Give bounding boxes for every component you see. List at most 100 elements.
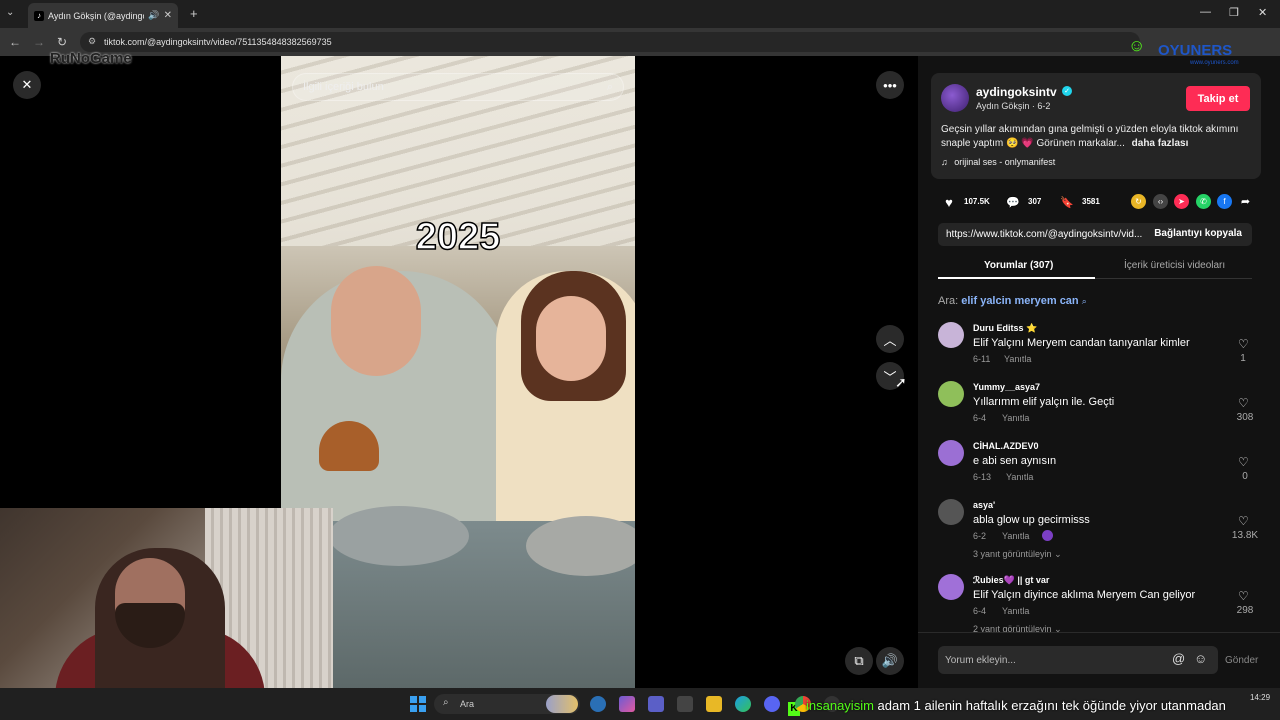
comment-input[interactable]: Yorum ekleyin... @ ☺ bbox=[938, 646, 1218, 674]
file-explorer-icon[interactable] bbox=[706, 696, 722, 712]
cursor-icon: ➚ bbox=[895, 374, 907, 390]
more-options-button[interactable]: ••• bbox=[876, 71, 904, 99]
tab-list-chevron-icon[interactable]: ⌄ bbox=[6, 7, 14, 18]
comment-like-icon[interactable]: ♡ bbox=[1238, 337, 1249, 351]
comment-placeholder: Yorum ekleyin... bbox=[945, 654, 1016, 666]
tab-comments[interactable]: Yorumlar (307) bbox=[984, 260, 1053, 271]
volume-icon: 🔊 bbox=[881, 653, 899, 668]
copilot-icon[interactable] bbox=[590, 696, 606, 712]
comment-avatar[interactable] bbox=[938, 381, 964, 407]
close-icon: ✕ bbox=[21, 77, 33, 92]
related-search-input[interactable]: İlgili içeriği bulun ⌕ bbox=[292, 73, 624, 101]
comment-username[interactable]: asya' bbox=[973, 500, 995, 510]
address-bar[interactable]: ⚙ tiktok.com/@aydingoksintv/video/751135… bbox=[80, 32, 1140, 52]
forward-icon[interactable]: → bbox=[33, 35, 45, 49]
whatsapp-icon[interactable]: ✆ bbox=[1196, 194, 1211, 209]
comment-avatar[interactable] bbox=[938, 499, 964, 525]
more-link[interactable]: daha fazlası bbox=[1132, 138, 1189, 149]
teams-icon[interactable] bbox=[648, 696, 664, 712]
ticker-username: insanayisim bbox=[806, 698, 874, 713]
comment-username[interactable]: ℛubies💜 || gt var bbox=[973, 575, 1049, 586]
volume-button[interactable]: 🔊 bbox=[876, 647, 904, 675]
send-comment-button[interactable]: Gönder bbox=[1225, 655, 1258, 666]
comment-username[interactable]: Duru Editss ⭐ bbox=[973, 323, 1037, 334]
comment-username[interactable]: Yummy__asya7 bbox=[973, 382, 1040, 392]
comment-like-count: 298 bbox=[1236, 605, 1254, 616]
plate-shape bbox=[526, 516, 635, 576]
edge-icon[interactable] bbox=[735, 696, 751, 712]
comment-like-icon[interactable]: ♡ bbox=[1238, 396, 1249, 410]
reload-icon[interactable]: ↻ bbox=[57, 35, 67, 49]
taskbar-clock[interactable]: 14:29 bbox=[1250, 693, 1270, 702]
reply-button[interactable]: Yanıtla bbox=[1002, 606, 1029, 616]
new-tab-icon[interactable]: + bbox=[190, 6, 198, 21]
tab-title: Aydın Gökşin (@aydingoks bbox=[48, 10, 144, 21]
comment-count: 307 bbox=[1028, 197, 1042, 206]
send-icon[interactable]: ➤ bbox=[1174, 194, 1189, 209]
creator-liked-avatar bbox=[1042, 530, 1053, 541]
comment-icon[interactable]: 💬 bbox=[1005, 194, 1021, 210]
view-replies-label: 3 yanıt görüntüleyin bbox=[973, 549, 1052, 559]
comment-like-count: 308 bbox=[1236, 412, 1254, 423]
share-arrow-icon[interactable]: ➦ bbox=[1238, 194, 1253, 209]
face-shape bbox=[536, 296, 606, 381]
tab-close-icon[interactable]: ✕ bbox=[164, 10, 172, 21]
start-tile bbox=[410, 696, 417, 703]
embed-icon[interactable]: ‹› bbox=[1153, 194, 1168, 209]
reply-button[interactable]: Yanıtla bbox=[1002, 531, 1029, 541]
search-icon[interactable]: ⌕ bbox=[607, 81, 613, 94]
comment-list[interactable]: Duru Editss ⭐ Elif Yalçını Meryem candan… bbox=[938, 316, 1258, 632]
chevron-up-icon: ︿ bbox=[883, 332, 897, 348]
minimize-icon[interactable]: — bbox=[1200, 6, 1211, 18]
comment-avatar[interactable] bbox=[938, 440, 964, 466]
repost-icon[interactable]: ↻ bbox=[1131, 194, 1146, 209]
comment-avatar[interactable] bbox=[938, 574, 964, 600]
previous-video-button[interactable]: ︿ bbox=[876, 325, 904, 353]
start-tile bbox=[419, 705, 426, 712]
search-suggestion[interactable]: Ara: elif yalcin meryem can ⌕ bbox=[938, 295, 1087, 307]
oyuners-mascot-icon: ☺ bbox=[1128, 36, 1146, 55]
facebook-icon[interactable]: f bbox=[1217, 194, 1232, 209]
windows-start-icon[interactable] bbox=[410, 696, 426, 712]
store-icon[interactable] bbox=[677, 696, 693, 712]
discord-icon[interactable] bbox=[764, 696, 780, 712]
emoji-icon[interactable]: ☺ bbox=[1194, 651, 1207, 666]
browser-tab[interactable]: ♪ Aydın Gökşin (@aydingoks 🔊 ✕ bbox=[28, 3, 178, 28]
comment-text: abla glow up gecirmisss bbox=[973, 514, 1090, 526]
music-note-icon: ♫ bbox=[941, 157, 948, 167]
follow-button[interactable]: Takip et bbox=[1186, 86, 1250, 111]
speaker-icon[interactable]: 🔊 bbox=[148, 10, 159, 21]
sound-row[interactable]: ♫ orijinal ses - onlymanifest bbox=[941, 157, 1055, 167]
miniplayer-button[interactable]: ⧉ bbox=[845, 647, 873, 675]
mention-icon[interactable]: @ bbox=[1172, 651, 1185, 666]
start-tile bbox=[419, 696, 426, 703]
comment-username[interactable]: CİHAL.AZDEV0 bbox=[973, 441, 1039, 451]
author-avatar[interactable] bbox=[941, 84, 969, 112]
view-replies-button[interactable]: 2 yanıt görüntüleyin ⌄ bbox=[973, 624, 1062, 632]
restore-icon[interactable]: ❐ bbox=[1229, 6, 1239, 19]
url-text: tiktok.com/@aydingoksintv/video/75113548… bbox=[104, 37, 332, 47]
window-close-icon[interactable]: ✕ bbox=[1258, 6, 1267, 19]
bookmark-icon[interactable]: 🔖 bbox=[1059, 194, 1075, 210]
view-replies-button[interactable]: 3 yanıt görüntüleyin ⌄ bbox=[973, 549, 1062, 560]
chevron-down-icon: ⌄ bbox=[1054, 624, 1062, 632]
comment-text: e abi sen aynısın bbox=[973, 455, 1057, 467]
tab-creator-videos[interactable]: İçerik üreticisi videoları bbox=[1124, 260, 1225, 271]
reply-button[interactable]: Yanıtla bbox=[1006, 472, 1033, 482]
video-player[interactable]: 2025 bbox=[281, 56, 635, 688]
site-info-icon[interactable]: ⚙ bbox=[88, 36, 96, 47]
close-video-button[interactable]: ✕ bbox=[13, 71, 41, 99]
comment-like-icon[interactable]: ♡ bbox=[1238, 455, 1249, 469]
like-icon[interactable]: ♥ bbox=[941, 194, 957, 210]
reply-button[interactable]: Yanıtla bbox=[1002, 413, 1029, 423]
comment-avatar[interactable] bbox=[938, 322, 964, 348]
author-username[interactable]: aydingoksintv bbox=[976, 85, 1057, 99]
reply-button[interactable]: Yanıtla bbox=[1004, 354, 1031, 364]
suggestion-query: elif yalcin meryem can bbox=[961, 295, 1079, 307]
back-icon[interactable]: ← bbox=[9, 35, 21, 49]
copilot-app-icon[interactable] bbox=[619, 696, 635, 712]
comment-like-icon[interactable]: ♡ bbox=[1238, 589, 1249, 603]
copy-link-button[interactable]: Bağlantıyı kopyala bbox=[1154, 228, 1242, 239]
caption-text: Geçsin yıllar akımından gına gelmişti o … bbox=[941, 124, 1239, 149]
comment-like-icon[interactable]: ♡ bbox=[1238, 514, 1249, 528]
